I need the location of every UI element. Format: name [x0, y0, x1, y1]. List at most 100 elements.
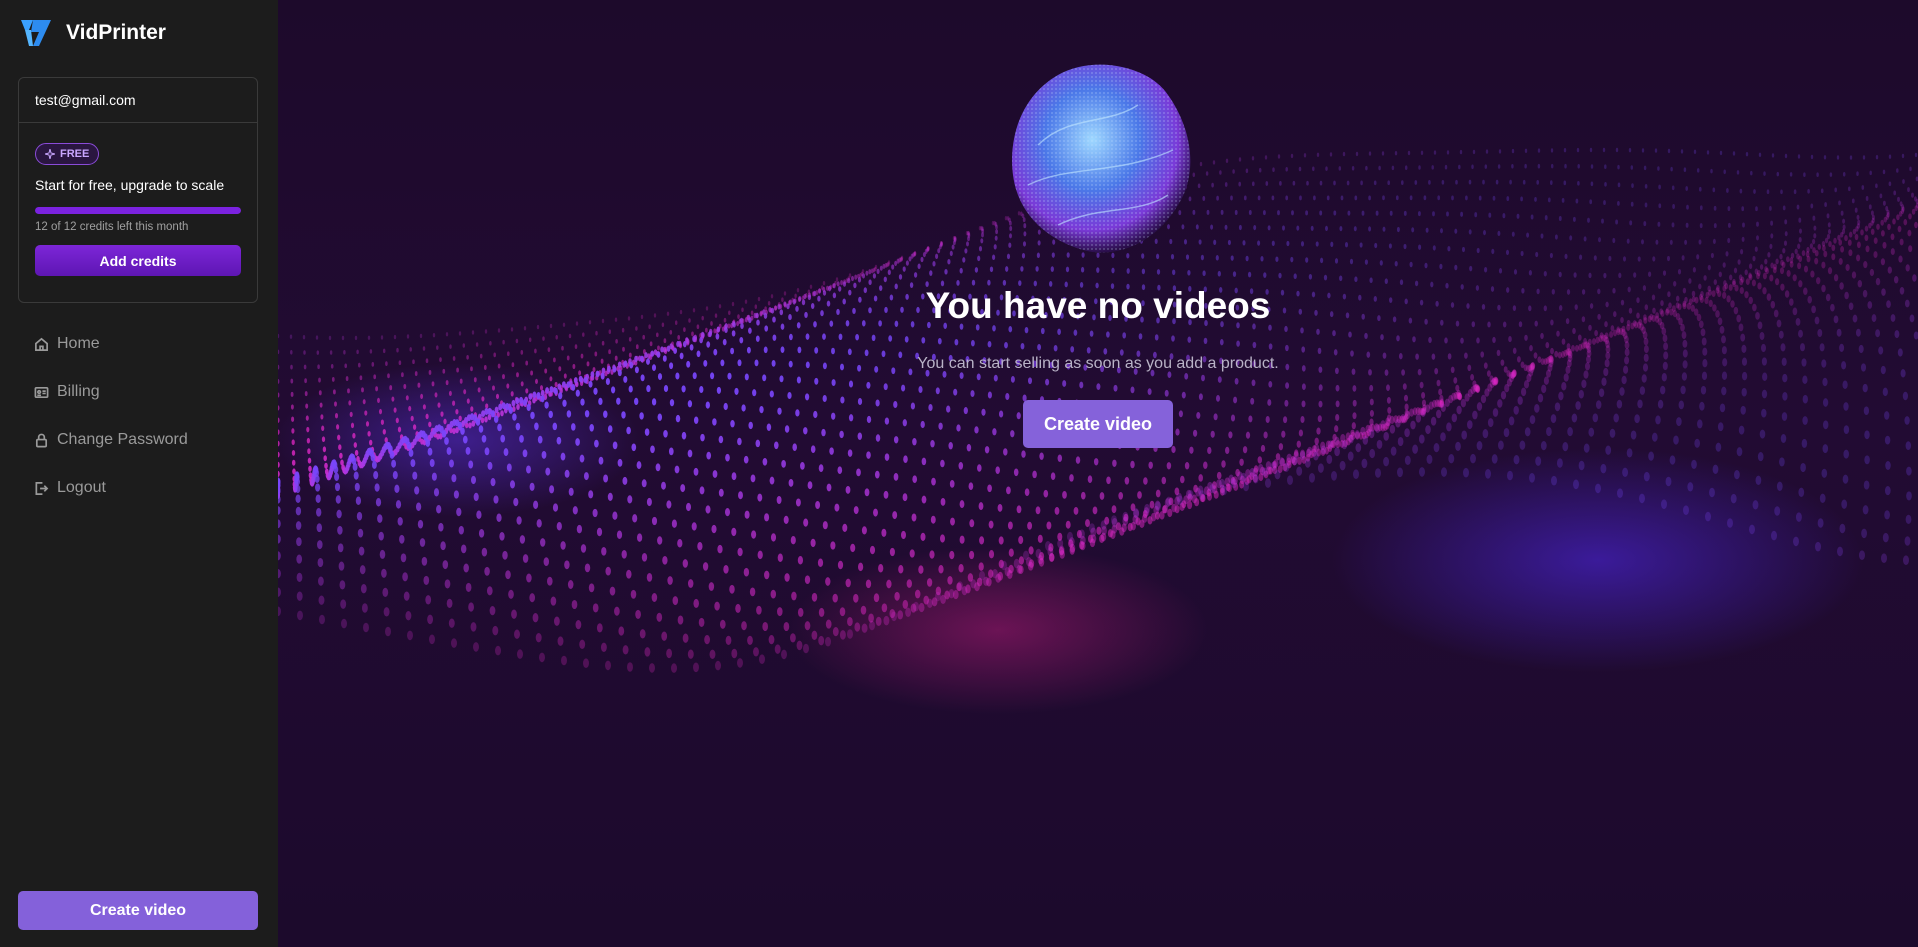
wave-dot: [1856, 171, 1859, 176]
wave-dot: [1354, 195, 1358, 201]
wave-dot: [981, 408, 986, 416]
wave-dot: [373, 471, 379, 480]
wave-dot: [1221, 485, 1227, 496]
sidebar-item-logout[interactable]: Logout: [18, 464, 258, 512]
wave-dot: [1240, 472, 1247, 483]
sidebar-create-video-button[interactable]: Create video: [18, 891, 258, 930]
wave-dot: [632, 514, 638, 523]
wave-dot: [1010, 430, 1015, 438]
wave-dot: [1888, 181, 1892, 187]
wave-dot: [294, 477, 301, 486]
wave-dot: [944, 268, 948, 275]
sidebar-item-home[interactable]: Home: [18, 320, 258, 368]
wave-dot: [636, 533, 643, 542]
wave-dot: [486, 586, 493, 596]
wave-dot: [553, 387, 558, 395]
wave-dot: [1096, 526, 1102, 535]
wave-dot: [427, 614, 434, 625]
wave-dot: [359, 565, 366, 575]
wave-dot: [1272, 167, 1275, 172]
wave-dot: [705, 401, 710, 409]
wave-dot: [506, 383, 510, 389]
wave-dot: [1766, 189, 1770, 195]
wave-dot: [1508, 336, 1512, 343]
wave-dot: [651, 593, 658, 602]
wave-dot: [1497, 399, 1503, 408]
wave-dot: [1598, 388, 1605, 398]
wave-dot: [1803, 172, 1806, 177]
sidebar-item-billing[interactable]: Billing: [18, 368, 258, 416]
wave-dot: [1260, 444, 1266, 453]
wave-dot: [1287, 475, 1293, 486]
wave-dot: [592, 603, 599, 613]
wave-dot: [626, 426, 631, 435]
wave-dot: [516, 403, 520, 410]
add-credits-button[interactable]: Add credits: [35, 245, 241, 276]
wave-dot: [814, 347, 819, 354]
wave-dot: [1793, 536, 1799, 547]
wave-dot: [926, 598, 933, 609]
wave-dot: [1797, 262, 1802, 270]
wave-dot: [1550, 163, 1554, 169]
wave-dot: [1550, 148, 1554, 153]
wave-dot: [1374, 242, 1378, 249]
wave-dot: [1268, 343, 1273, 350]
wave-dot: [876, 268, 880, 274]
wave-dot: [465, 446, 471, 455]
wave-dot: [1564, 163, 1567, 169]
wave-dot: [1855, 328, 1861, 337]
wave-dot: [278, 461, 280, 468]
wave-dot: [974, 267, 979, 273]
wave-dot: [807, 481, 813, 490]
wave-dot: [1171, 445, 1176, 454]
wave-dot: [1754, 246, 1758, 252]
wave-dot: [1040, 327, 1045, 335]
wave-dot: [630, 589, 637, 599]
wave-dot: [1460, 337, 1464, 344]
wave-dot: [699, 336, 703, 344]
wave-dot: [829, 447, 834, 455]
wave-dot: [600, 372, 605, 380]
create-video-button[interactable]: Create video: [1023, 400, 1173, 448]
wave-dot: [477, 387, 481, 393]
wave-dot: [1741, 236, 1745, 242]
wave-dot: [831, 347, 835, 355]
wave-dot: [951, 244, 955, 250]
wave-dot: [417, 519, 424, 529]
wave-dot: [1816, 172, 1819, 177]
wave-dot: [519, 535, 526, 544]
wave-dot: [1013, 558, 1020, 569]
wave-dot: [1648, 451, 1654, 461]
wave-dot: [1643, 471, 1650, 482]
wave-dot: [1799, 343, 1806, 352]
wave-dot: [583, 472, 589, 481]
wave-dot: [1224, 224, 1228, 230]
wave-dot: [730, 420, 735, 428]
wave-dot: [609, 586, 616, 596]
wave-dot: [1604, 181, 1607, 187]
wave-dot: [1057, 328, 1061, 335]
wave-dot: [699, 486, 705, 495]
wave-dot: [1225, 158, 1229, 163]
wave-dot: [406, 441, 412, 450]
brand[interactable]: VidPrinter: [20, 18, 166, 48]
sidebar-item-change-password[interactable]: Change Password: [18, 416, 258, 464]
wave-dot: [1290, 153, 1294, 159]
wave-dot: [566, 410, 572, 418]
wave-dot: [1699, 205, 1703, 211]
wave-dot: [870, 268, 874, 274]
wave-dot: [978, 502, 984, 511]
wave-dot: [931, 477, 936, 486]
wave-dot: [1219, 339, 1224, 346]
wave-dot: [839, 630, 846, 640]
wave-dot: [1299, 195, 1302, 201]
wave-dot: [290, 391, 294, 397]
wave-dot: [580, 544, 587, 553]
wave-dot: [308, 465, 312, 472]
wave-dot: [1612, 237, 1616, 244]
wave-dot: [495, 393, 500, 400]
wave-dot: [605, 566, 611, 576]
wave-dot: [1670, 166, 1673, 172]
wave-dot: [1820, 188, 1824, 194]
wave-dot: [1771, 153, 1775, 158]
